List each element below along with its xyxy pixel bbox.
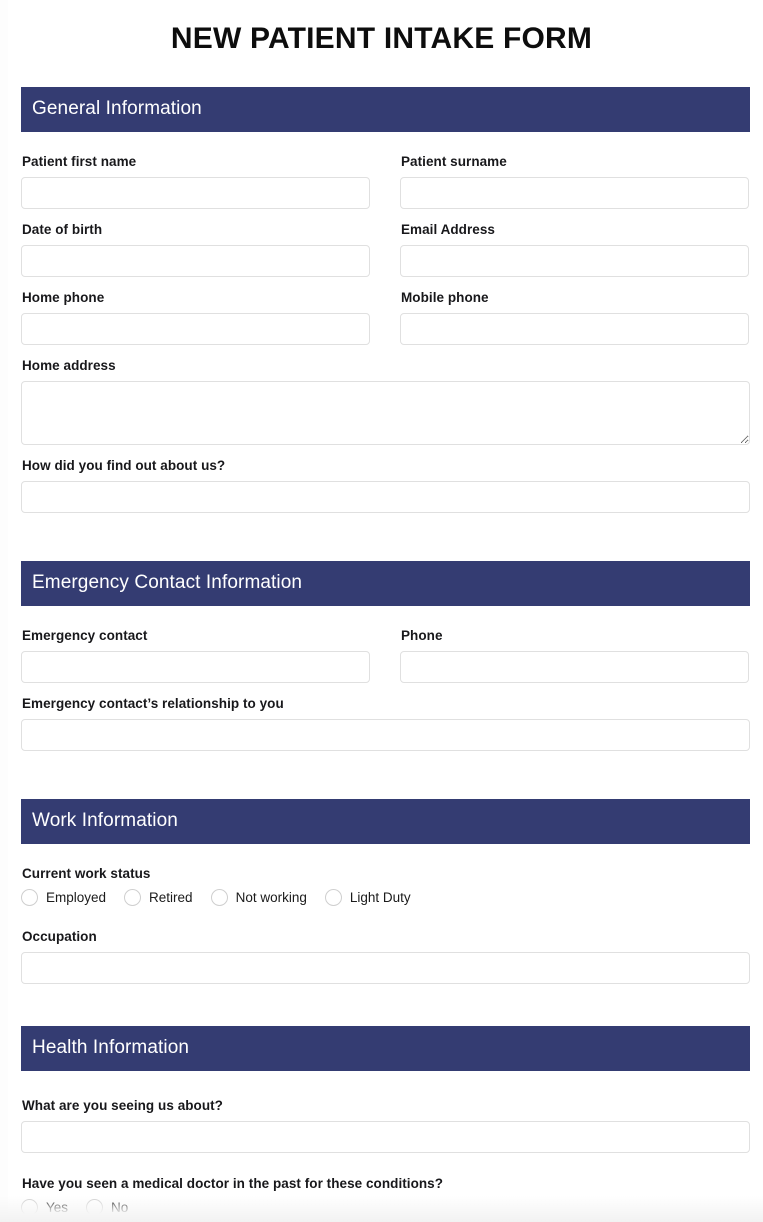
section-header-general-information: General Information [21, 87, 750, 132]
section-header-emergency-contact-information: Emergency Contact Information [21, 561, 750, 606]
radio-group-seen-medical-doctor: Yes No [21, 1199, 750, 1216]
section-body-emergency-contact-information: Emergency contact Phone Emergency contac… [21, 606, 750, 763]
input-how-did-you-find-us[interactable] [21, 481, 750, 513]
radio-label-employed: Employed [46, 890, 107, 905]
field-row-seen-doctor: Have you seen a medical doctor in the pa… [21, 1175, 750, 1222]
input-emergency-contact-relationship[interactable] [21, 719, 750, 751]
label-emergency-contact-relationship: Emergency contact’s relationship to you [22, 696, 284, 711]
input-emergency-contact-phone[interactable] [400, 651, 749, 683]
label-mobile-phone: Mobile phone [401, 290, 489, 305]
field-row-work-status: Current work status Employed Retired Not… [21, 865, 750, 918]
field-row-occupation: Occupation [21, 928, 750, 996]
label-emergency-contact-phone: Phone [401, 628, 443, 643]
field-email-address: Email Address [400, 221, 749, 277]
field-patient-surname: Patient surname [400, 153, 749, 209]
field-emergency-contact: Emergency contact [21, 627, 370, 683]
field-row-referral: How did you find out about us? [21, 457, 750, 525]
field-row-dob-email: Date of birth Email Address [21, 221, 750, 289]
radio-label-light-duty: Light Duty [349, 890, 411, 905]
radio-circle-icon[interactable] [21, 1199, 38, 1216]
radio-circle-icon[interactable] [210, 889, 228, 906]
radio-label-retired: Retired [149, 890, 193, 905]
input-mobile-phone[interactable] [400, 313, 749, 345]
input-date-of-birth[interactable] [21, 245, 370, 277]
radio-circle-icon[interactable] [124, 889, 142, 906]
section-spacer-2 [21, 763, 750, 799]
input-home-phone[interactable] [21, 313, 370, 345]
field-how-did-you-find-us: How did you find out about us? [21, 457, 750, 513]
field-current-work-status: Current work status Employed Retired Not… [21, 865, 750, 906]
radio-group-current-work-status: Employed Retired Not working Light Duty [21, 889, 750, 906]
label-home-phone: Home phone [22, 290, 105, 305]
input-patient-surname[interactable] [400, 177, 749, 209]
field-mobile-phone: Mobile phone [400, 289, 749, 345]
page-title: NEW PATIENT INTAKE FORM [170, 22, 593, 55]
field-date-of-birth: Date of birth [21, 221, 370, 277]
radio-label-yes: Yes [46, 1200, 69, 1215]
label-emergency-contact: Emergency contact [22, 628, 148, 643]
radio-circle-icon[interactable] [21, 889, 38, 906]
input-occupation[interactable] [21, 952, 750, 984]
field-seen-medical-doctor: Have you seen a medical doctor in the pa… [21, 1175, 750, 1216]
field-row-emergency-contact: Emergency contact Phone [21, 627, 750, 695]
label-email-address: Email Address [401, 222, 495, 237]
field-row-home-address: Home address [21, 357, 750, 457]
form-content: General Information Patient first name P… [0, 87, 763, 1222]
label-how-did-you-find-us: How did you find out about us? [22, 458, 226, 473]
section-body-work-information: Current work status Employed Retired Not… [21, 844, 750, 996]
field-home-address: Home address [21, 357, 750, 445]
radio-circle-icon[interactable] [324, 889, 342, 906]
radio-label-not-working: Not working [235, 890, 307, 905]
field-occupation: Occupation [21, 928, 750, 984]
radio-option-not-working[interactable]: Not working [210, 889, 307, 906]
field-emergency-contact-relationship: Emergency contact’s relationship to you [21, 695, 750, 751]
input-patient-first-name[interactable] [21, 177, 370, 209]
radio-option-no[interactable]: No [86, 1199, 128, 1216]
field-row-phones: Home phone Mobile phone [21, 289, 750, 357]
field-patient-first-name: Patient first name [21, 153, 370, 209]
radio-option-retired[interactable]: Retired [124, 889, 193, 906]
section-spacer-3 [21, 996, 750, 1026]
radio-label-no: No [111, 1200, 129, 1215]
field-emergency-contact-phone: Phone [400, 627, 749, 683]
label-what-are-you-seeing-us-about: What are you seeing us about? [22, 1098, 223, 1113]
input-what-are-you-seeing-us-about[interactable] [21, 1121, 750, 1153]
input-home-address[interactable] [21, 381, 750, 445]
field-row-names: Patient first name Patient surname [21, 153, 750, 221]
input-email-address[interactable] [400, 245, 749, 277]
label-patient-first-name: Patient first name [22, 154, 137, 169]
radio-option-light-duty[interactable]: Light Duty [324, 889, 411, 906]
section-body-health-information: What are you seeing us about? Have you s… [21, 1071, 750, 1222]
label-date-of-birth: Date of birth [22, 222, 103, 237]
input-emergency-contact[interactable] [21, 651, 370, 683]
radio-circle-icon[interactable] [86, 1199, 104, 1216]
field-home-phone: Home phone [21, 289, 370, 345]
label-current-work-status: Current work status [22, 866, 151, 881]
label-home-address: Home address [22, 358, 116, 373]
label-patient-surname: Patient surname [401, 154, 507, 169]
label-seen-medical-doctor: Have you seen a medical doctor in the pa… [22, 1176, 444, 1191]
section-header-health-information: Health Information [21, 1026, 750, 1071]
field-row-relationship: Emergency contact’s relationship to you [21, 695, 750, 763]
field-what-are-you-seeing-us-about: What are you seeing us about? [21, 1097, 750, 1153]
label-occupation: Occupation [22, 929, 97, 944]
field-row-reason: What are you seeing us about? [21, 1097, 750, 1165]
section-header-work-information: Work Information [21, 799, 750, 844]
section-spacer-1 [21, 525, 750, 561]
section-body-general-information: Patient first name Patient surname Date … [21, 132, 750, 525]
radio-option-yes[interactable]: Yes [21, 1199, 68, 1216]
radio-option-employed[interactable]: Employed [21, 889, 106, 906]
intake-form-page: NEW PATIENT INTAKE FORM General Informat… [0, 0, 763, 1222]
